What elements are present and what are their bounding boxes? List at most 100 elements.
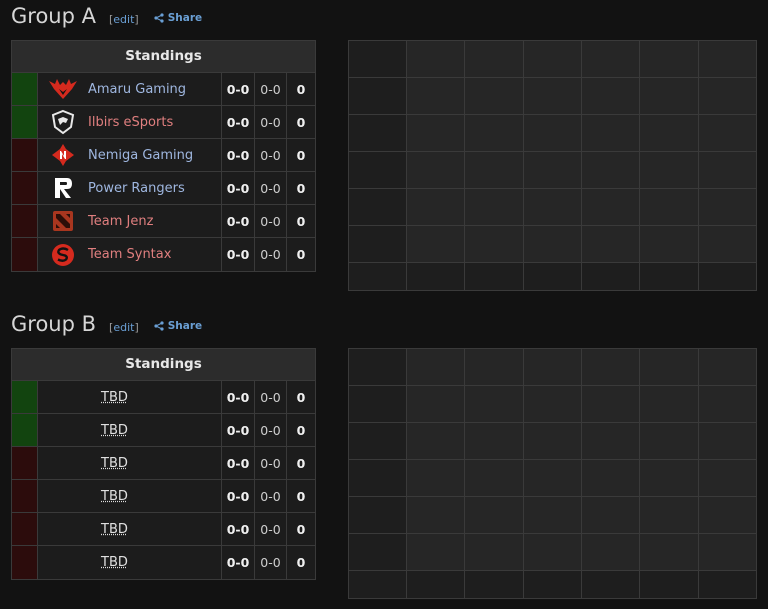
- game-score: 0-0: [255, 238, 287, 271]
- points: 0: [296, 389, 306, 405]
- tbd-label[interactable]: TBD: [88, 423, 128, 438]
- tbd-label[interactable]: TBD: [88, 390, 128, 405]
- eliminated-indicator: [12, 238, 38, 271]
- empty-logo: [38, 546, 88, 579]
- team-name-link[interactable]: Team Jenz: [88, 214, 153, 229]
- team-cell: TBD: [38, 513, 222, 545]
- team-name-link[interactable]: Amaru Gaming: [88, 82, 186, 97]
- points: 0: [296, 247, 306, 262]
- team-cell: TBD: [38, 447, 222, 479]
- standings-header: Standings: [12, 349, 315, 381]
- empty-logo: [38, 447, 88, 480]
- tbd-label[interactable]: TBD: [88, 489, 128, 504]
- eliminated-indicator: [12, 172, 38, 204]
- amaru-gaming-logo-icon[interactable]: [38, 73, 88, 106]
- table-row: TBD 0-0 0-0 0: [12, 447, 315, 480]
- table-row: TBD 0-0 0-0 0: [12, 480, 315, 513]
- eliminated-indicator: [12, 480, 38, 512]
- power-rangers-logo-icon[interactable]: [38, 172, 88, 205]
- eliminated-indicator: [12, 139, 38, 171]
- team-cell: Amaru Gaming: [38, 73, 222, 105]
- empty-logo: [38, 381, 88, 414]
- series-score: 0-0: [222, 172, 255, 204]
- series-score: 0-0: [222, 205, 255, 237]
- series-score: 0-0: [222, 139, 255, 171]
- tbd-label[interactable]: TBD: [88, 522, 128, 537]
- points: 0: [296, 555, 306, 570]
- team-cell: Ilbirs eSports: [38, 106, 222, 138]
- ilbirs-esports-logo-icon[interactable]: [38, 106, 88, 139]
- table-row: Team Jenz 0-0 0-0 0: [12, 205, 315, 238]
- nemiga-gaming-logo-icon[interactable]: [38, 139, 88, 172]
- series-score: 0-0: [222, 447, 255, 479]
- qualify-indicator: [12, 73, 38, 105]
- empty-logo: [38, 414, 88, 447]
- dota-logo-icon[interactable]: [38, 205, 88, 238]
- group-title: Group A: [11, 4, 96, 28]
- standings-table: Standings Amaru Gaming 0-0 0-0 0 Ilbirs …: [11, 40, 316, 272]
- tbd-label[interactable]: TBD: [88, 555, 128, 570]
- team-name-link[interactable]: Ilbirs eSports: [88, 115, 173, 130]
- points: 0: [296, 422, 306, 438]
- eliminated-indicator: [12, 546, 38, 579]
- points: 0: [296, 521, 306, 537]
- game-score: 0-0: [255, 513, 287, 545]
- game-score: 0-0: [255, 381, 287, 413]
- table-row: TBD 0-0 0-0 0: [12, 414, 315, 447]
- team-cell: Team Jenz: [38, 205, 222, 237]
- team-cell: Team Syntax: [38, 238, 222, 271]
- game-score: 0-0: [255, 172, 287, 204]
- tbd-label[interactable]: TBD: [88, 456, 128, 471]
- series-score: 0-0: [222, 480, 255, 512]
- team-cell: TBD: [38, 414, 222, 446]
- points: 0: [296, 147, 306, 163]
- standings-header: Standings: [12, 41, 315, 73]
- crosstable-grid: [348, 348, 757, 599]
- team-cell: TBD: [38, 480, 222, 512]
- team-name-link[interactable]: Power Rangers: [88, 181, 185, 196]
- game-score: 0-0: [255, 546, 287, 579]
- edit-link[interactable]: [edit]: [109, 13, 139, 26]
- game-score: 0-0: [255, 205, 287, 237]
- series-score: 0-0: [222, 546, 255, 579]
- points: 0: [296, 180, 306, 196]
- points: 0: [296, 81, 306, 97]
- eliminated-indicator: [12, 513, 38, 545]
- series-score: 0-0: [222, 106, 255, 138]
- table-row: Nemiga Gaming 0-0 0-0 0: [12, 139, 315, 172]
- table-row: TBD 0-0 0-0 0: [12, 546, 315, 579]
- team-cell: TBD: [38, 546, 222, 579]
- points: 0: [296, 488, 306, 504]
- series-score: 0-0: [222, 414, 255, 446]
- share-button[interactable]: Share: [154, 12, 202, 24]
- team-name-link[interactable]: Team Syntax: [88, 247, 171, 262]
- game-score: 0-0: [255, 139, 287, 171]
- points: 0: [296, 114, 306, 130]
- team-name-link[interactable]: Nemiga Gaming: [88, 148, 193, 163]
- group-header: Group A [edit] Share: [11, 4, 202, 32]
- team-syntax-logo-icon[interactable]: [38, 238, 88, 271]
- game-score: 0-0: [255, 73, 287, 105]
- eliminated-indicator: [12, 205, 38, 237]
- empty-logo: [38, 480, 88, 513]
- game-score: 0-0: [255, 480, 287, 512]
- game-score: 0-0: [255, 447, 287, 479]
- game-score: 0-0: [255, 414, 287, 446]
- team-cell: Nemiga Gaming: [38, 139, 222, 171]
- table-row: TBD 0-0 0-0 0: [12, 513, 315, 546]
- team-cell: Power Rangers: [38, 172, 222, 204]
- game-score: 0-0: [255, 106, 287, 138]
- qualify-indicator: [12, 381, 38, 413]
- series-score: 0-0: [222, 73, 255, 105]
- group-title: Group B: [11, 312, 97, 336]
- edit-link[interactable]: [edit]: [109, 321, 139, 334]
- share-icon: [154, 321, 164, 331]
- table-row: Amaru Gaming 0-0 0-0 0: [12, 73, 315, 106]
- series-score: 0-0: [222, 238, 255, 271]
- points: 0: [296, 455, 306, 471]
- crosstable-grid: [348, 40, 757, 291]
- series-score: 0-0: [222, 381, 255, 413]
- share-button[interactable]: Share: [154, 320, 202, 332]
- table-row: TBD 0-0 0-0 0: [12, 381, 315, 414]
- group-header: Group B [edit] Share: [11, 312, 202, 340]
